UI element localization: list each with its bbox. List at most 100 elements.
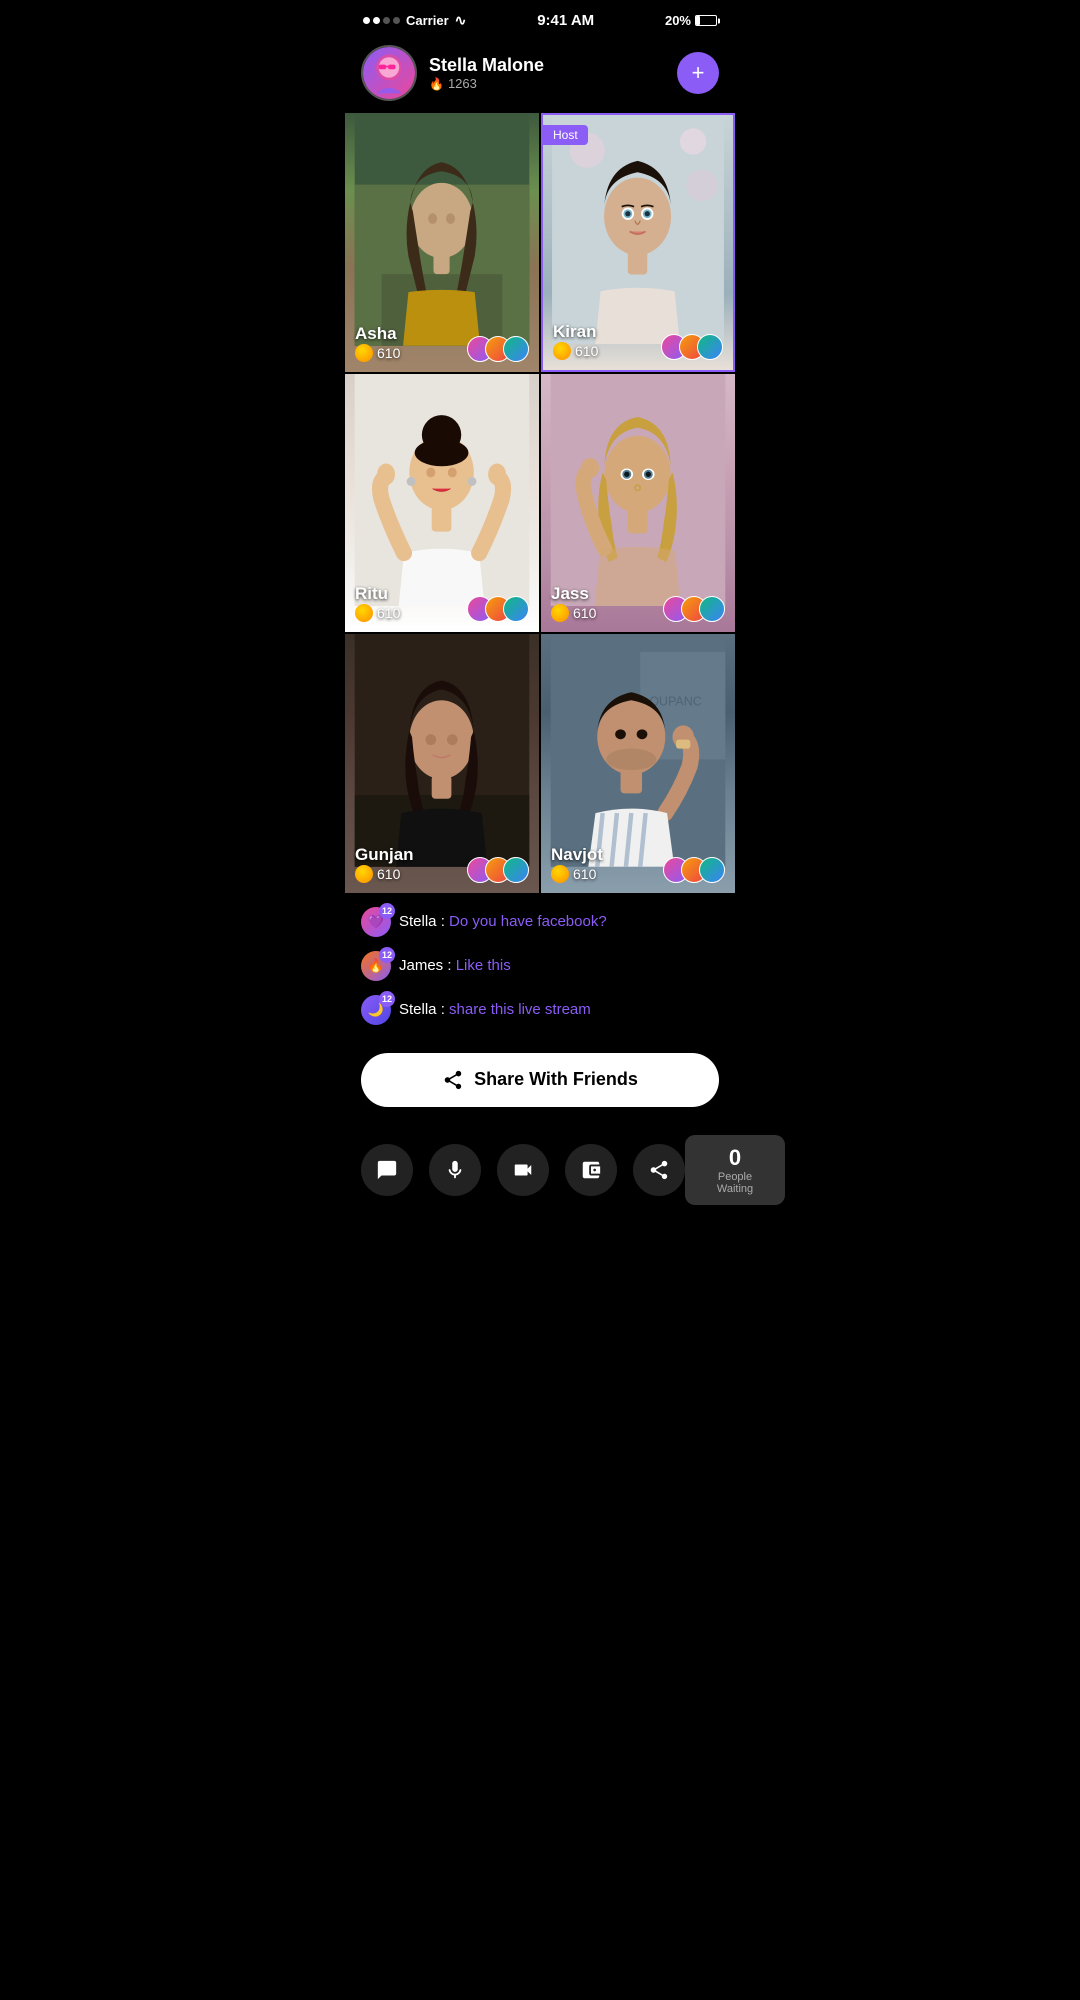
person-gunjan-svg — [345, 634, 539, 867]
share-bottom-button[interactable] — [633, 1144, 685, 1196]
wallet-button[interactable] — [565, 1144, 617, 1196]
cell-coins-navjot: 610 — [551, 865, 603, 883]
signal-dots — [363, 17, 400, 24]
avatar-placeholder — [363, 47, 415, 99]
carrier-label: Carrier — [406, 13, 449, 28]
cell-name-gunjan: Gunjan — [355, 845, 414, 865]
add-button[interactable]: + — [677, 52, 719, 94]
status-time: 9:41 AM — [537, 12, 594, 29]
signal-dot-3 — [383, 17, 390, 24]
coin-icon — [551, 604, 569, 622]
user-score: 🔥 1263 — [429, 76, 665, 91]
chat-message-3: 🌙 12 Stella : share this live stream — [361, 995, 719, 1025]
chat-message-2: 🔥 12 James : Like this — [361, 951, 719, 981]
cell-name-kiran: Kiran — [553, 322, 598, 342]
chat-message-1: 💜 12 Stella : Do you have facebook? — [361, 907, 719, 937]
cell-avatars — [467, 857, 529, 883]
cell-coins-ritu: 610 — [355, 604, 400, 622]
user-header: Stella Malone 🔥 1263 + — [345, 37, 735, 113]
person-navjot-svg: OUPANC — [541, 634, 735, 867]
video-grid: Asha 610 — [345, 113, 735, 893]
user-info: Stella Malone 🔥 1263 — [429, 55, 665, 91]
status-right: 20% — [665, 13, 717, 28]
coin-icon — [551, 865, 569, 883]
status-left: Carrier ∿ — [363, 12, 466, 29]
chat-text-3: Stella : share this live stream — [399, 1001, 591, 1018]
cell-info-jass: Jass 610 — [551, 584, 725, 622]
cell-coins-gunjan: 610 — [355, 865, 414, 883]
status-bar: Carrier ∿ 9:41 AM 20% — [345, 0, 735, 37]
coin-icon — [553, 342, 571, 360]
coin-icon — [355, 865, 373, 883]
cell-name-jass: Jass — [551, 584, 596, 604]
svg-text:OUPANC: OUPANC — [649, 695, 702, 709]
cell-coins-kiran: 610 — [553, 342, 598, 360]
video-button[interactable] — [497, 1144, 549, 1196]
video-cell-gunjan[interactable]: Gunjan 610 — [345, 634, 539, 893]
mini-avatar-3 — [503, 336, 529, 362]
mini-avatar-3 — [699, 596, 725, 622]
badge-num-2: 12 — [379, 947, 395, 963]
mic-button[interactable] — [429, 1144, 481, 1196]
cell-avatars — [661, 334, 723, 360]
chat-button[interactable] — [361, 1144, 413, 1196]
video-cell-kiran[interactable]: Host Kiran 610 — [541, 113, 735, 372]
chat-badge-stella-2: 🌙 12 — [361, 995, 391, 1025]
cell-info-asha: Asha 610 — [355, 324, 529, 362]
cell-info-ritu: Ritu 610 — [355, 584, 529, 622]
video-cell-navjot[interactable]: OUPANC Navjot — [541, 634, 735, 893]
cell-coins-jass: 610 — [551, 604, 596, 622]
cell-avatars — [663, 857, 725, 883]
share-with-friends-button[interactable]: Share With Friends — [361, 1053, 719, 1107]
people-waiting-count: 0 — [699, 1145, 771, 1171]
signal-dot-2 — [373, 17, 380, 24]
signal-dot-1 — [363, 17, 370, 24]
chat-section: 💜 12 Stella : Do you have facebook? 🔥 12… — [345, 893, 735, 1049]
video-cell-ritu[interactable]: Ritu 610 — [345, 374, 539, 633]
chat-icon — [376, 1159, 398, 1181]
bottom-actions — [361, 1144, 685, 1196]
host-badge: Host — [543, 125, 588, 145]
person-asha-svg — [345, 113, 539, 346]
battery-percent: 20% — [665, 13, 691, 28]
video-icon — [512, 1159, 534, 1181]
coin-icon — [355, 344, 373, 362]
cell-avatars — [663, 596, 725, 622]
cell-name-navjot: Navjot — [551, 845, 603, 865]
signal-dot-4 — [393, 17, 400, 24]
user-name: Stella Malone — [429, 55, 665, 76]
video-cell-jass[interactable]: Jass 610 — [541, 374, 735, 633]
share-button-icon — [442, 1069, 464, 1091]
coin-icon — [355, 604, 373, 622]
video-cell-asha[interactable]: Asha 610 — [345, 113, 539, 372]
mini-avatar-3 — [697, 334, 723, 360]
chat-text-1: Stella : Do you have facebook? — [399, 913, 607, 930]
chat-badge-james: 🔥 12 — [361, 951, 391, 981]
wallet-icon — [580, 1159, 602, 1181]
person-kiran-svg — [543, 115, 733, 344]
cell-info-navjot: Navjot 610 — [551, 845, 725, 883]
share-button-label: Share With Friends — [474, 1069, 638, 1090]
cell-name-asha: Asha — [355, 324, 400, 344]
score-value: 1263 — [448, 76, 477, 91]
mini-avatar-3 — [699, 857, 725, 883]
share-section: Share With Friends — [345, 1049, 735, 1123]
people-waiting: 0 People Waiting — [685, 1135, 785, 1205]
wifi-icon: ∿ — [455, 12, 467, 29]
fire-icon: 🔥 — [429, 77, 444, 91]
cell-avatars — [467, 596, 529, 622]
mini-avatar-3 — [503, 596, 529, 622]
mini-avatar-3 — [503, 857, 529, 883]
cell-info-gunjan: Gunjan 610 — [355, 845, 529, 883]
cell-info-kiran: Kiran 610 — [553, 322, 723, 360]
bottom-bar: 0 People Waiting — [345, 1123, 735, 1229]
share-bottom-icon — [648, 1159, 670, 1181]
chat-badge-stella-1: 💜 12 — [361, 907, 391, 937]
people-waiting-label: People Waiting — [699, 1171, 771, 1195]
cell-coins-asha: 610 — [355, 344, 400, 362]
avatar-svg — [363, 45, 415, 101]
avatar — [361, 45, 417, 101]
person-jass-svg — [541, 374, 735, 607]
cell-name-ritu: Ritu — [355, 584, 400, 604]
person-ritu-svg — [345, 374, 539, 607]
